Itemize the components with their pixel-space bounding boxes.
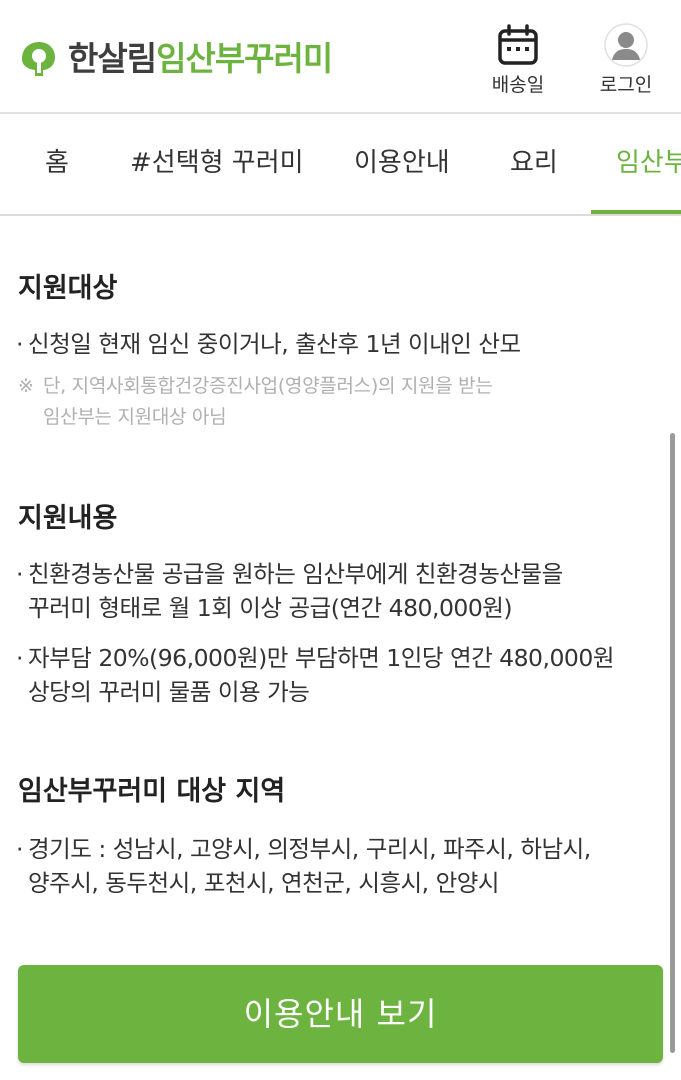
bullet-dot: · (16, 644, 23, 672)
hansalim-logo[interactable]: 한살림임산부꾸러미 (18, 38, 333, 80)
content-bullet-2-line2: 상당의 꾸러미 물품 이용 가능 (28, 678, 310, 706)
nav-tab-recipe[interactable]: 요리 (510, 142, 558, 179)
view-guide-button[interactable]: 이용안내 보기 (18, 965, 663, 1063)
region-bullet-line1: 경기도 : 성남시, 고양시, 의정부시, 구리시, 파주시, 하남시, (28, 835, 591, 863)
calendar-icon (498, 24, 538, 65)
section-title-content: 지원내용 (18, 503, 118, 534)
vertical-scrollbar[interactable] (670, 433, 675, 1053)
user-avatar-icon (604, 23, 648, 67)
logo-brand: 한살림 (68, 39, 157, 78)
section-title-target: 지원대상 (18, 273, 118, 304)
bullet-dot: · (16, 835, 23, 863)
delivery-date-label: 배송일 (491, 74, 545, 96)
main-nav: 홈 #선택형 꾸러미 이용안내 요리 임산부 (0, 114, 681, 216)
info-content: 지원대상 · 신청일 현재 임신 중이거나, 출산후 1년 이내인 산모 ※ 단… (0, 216, 681, 966)
note-mark: ※ (18, 375, 34, 397)
bullet-dot: · (16, 560, 23, 588)
target-note-line1: 단, 지역사회통합건강증진사업(영양플러스)의 지원을 받는 (43, 375, 493, 397)
nav-tab-pregnant[interactable]: 임산부 (616, 142, 681, 179)
login-label: 로그인 (599, 74, 653, 96)
region-bullet-line2: 양주시, 동두천시, 포천시, 연천군, 시흥시, 안양시 (28, 869, 499, 897)
nav-tab-select-package[interactable]: #선택형 꾸러미 (130, 142, 304, 179)
nav-tab-home[interactable]: 홈 (45, 142, 69, 179)
content-bullet-1-line2: 꾸러미 형태로 월 1회 이상 공급(연간 480,000원) (28, 594, 513, 622)
bullet-dot: · (16, 330, 23, 358)
content-bullet-1: · 친환경농산물 공급을 원하는 임산부에게 친환경농산물을 꾸러미 형태로 월… (16, 557, 563, 625)
page: 한살림임산부꾸러미 배송일 로그인 홈 #선택형 꾸러미 이용안내 요리 임산부… (0, 0, 681, 1080)
app-header: 한살림임산부꾸러미 배송일 로그인 (0, 0, 681, 114)
delivery-date-button[interactable]: 배송일 (480, 22, 556, 97)
logo-subtitle: 임산부꾸러미 (156, 39, 333, 78)
target-bullet: · 신청일 현재 임신 중이거나, 출산후 1년 이내인 산모 (16, 327, 521, 361)
section-title-region: 임산부꾸러미 대상 지역 (18, 776, 286, 807)
leaf-logo-icon (22, 42, 55, 76)
target-note: ※ 단, 지역사회통합건강증진사업(영양플러스)의 지원을 받는 임산부는 지원… (18, 371, 493, 433)
content-bullet-1-line1: 친환경농산물 공급을 원하는 임산부에게 친환경농산물을 (28, 560, 563, 588)
logo-text: 한살림임산부꾸러미 (68, 38, 333, 80)
region-bullet: · 경기도 : 성남시, 고양시, 의정부시, 구리시, 파주시, 하남시, 양… (16, 832, 591, 900)
content-bullet-2: · 자부담 20%(96,000원)만 부담하면 1인당 연간 480,000원… (16, 641, 614, 709)
target-bullet-text: 신청일 현재 임신 중이거나, 출산후 1년 이내인 산모 (28, 330, 521, 358)
active-tab-indicator (591, 210, 681, 214)
login-button[interactable]: 로그인 (588, 22, 664, 97)
content-bullet-2-line1: 자부담 20%(96,000원)만 부담하면 1인당 연간 480,000원 (28, 644, 614, 672)
target-note-line2: 임산부는 지원대상 아님 (43, 406, 227, 428)
nav-tab-guide[interactable]: 이용안내 (354, 142, 450, 179)
